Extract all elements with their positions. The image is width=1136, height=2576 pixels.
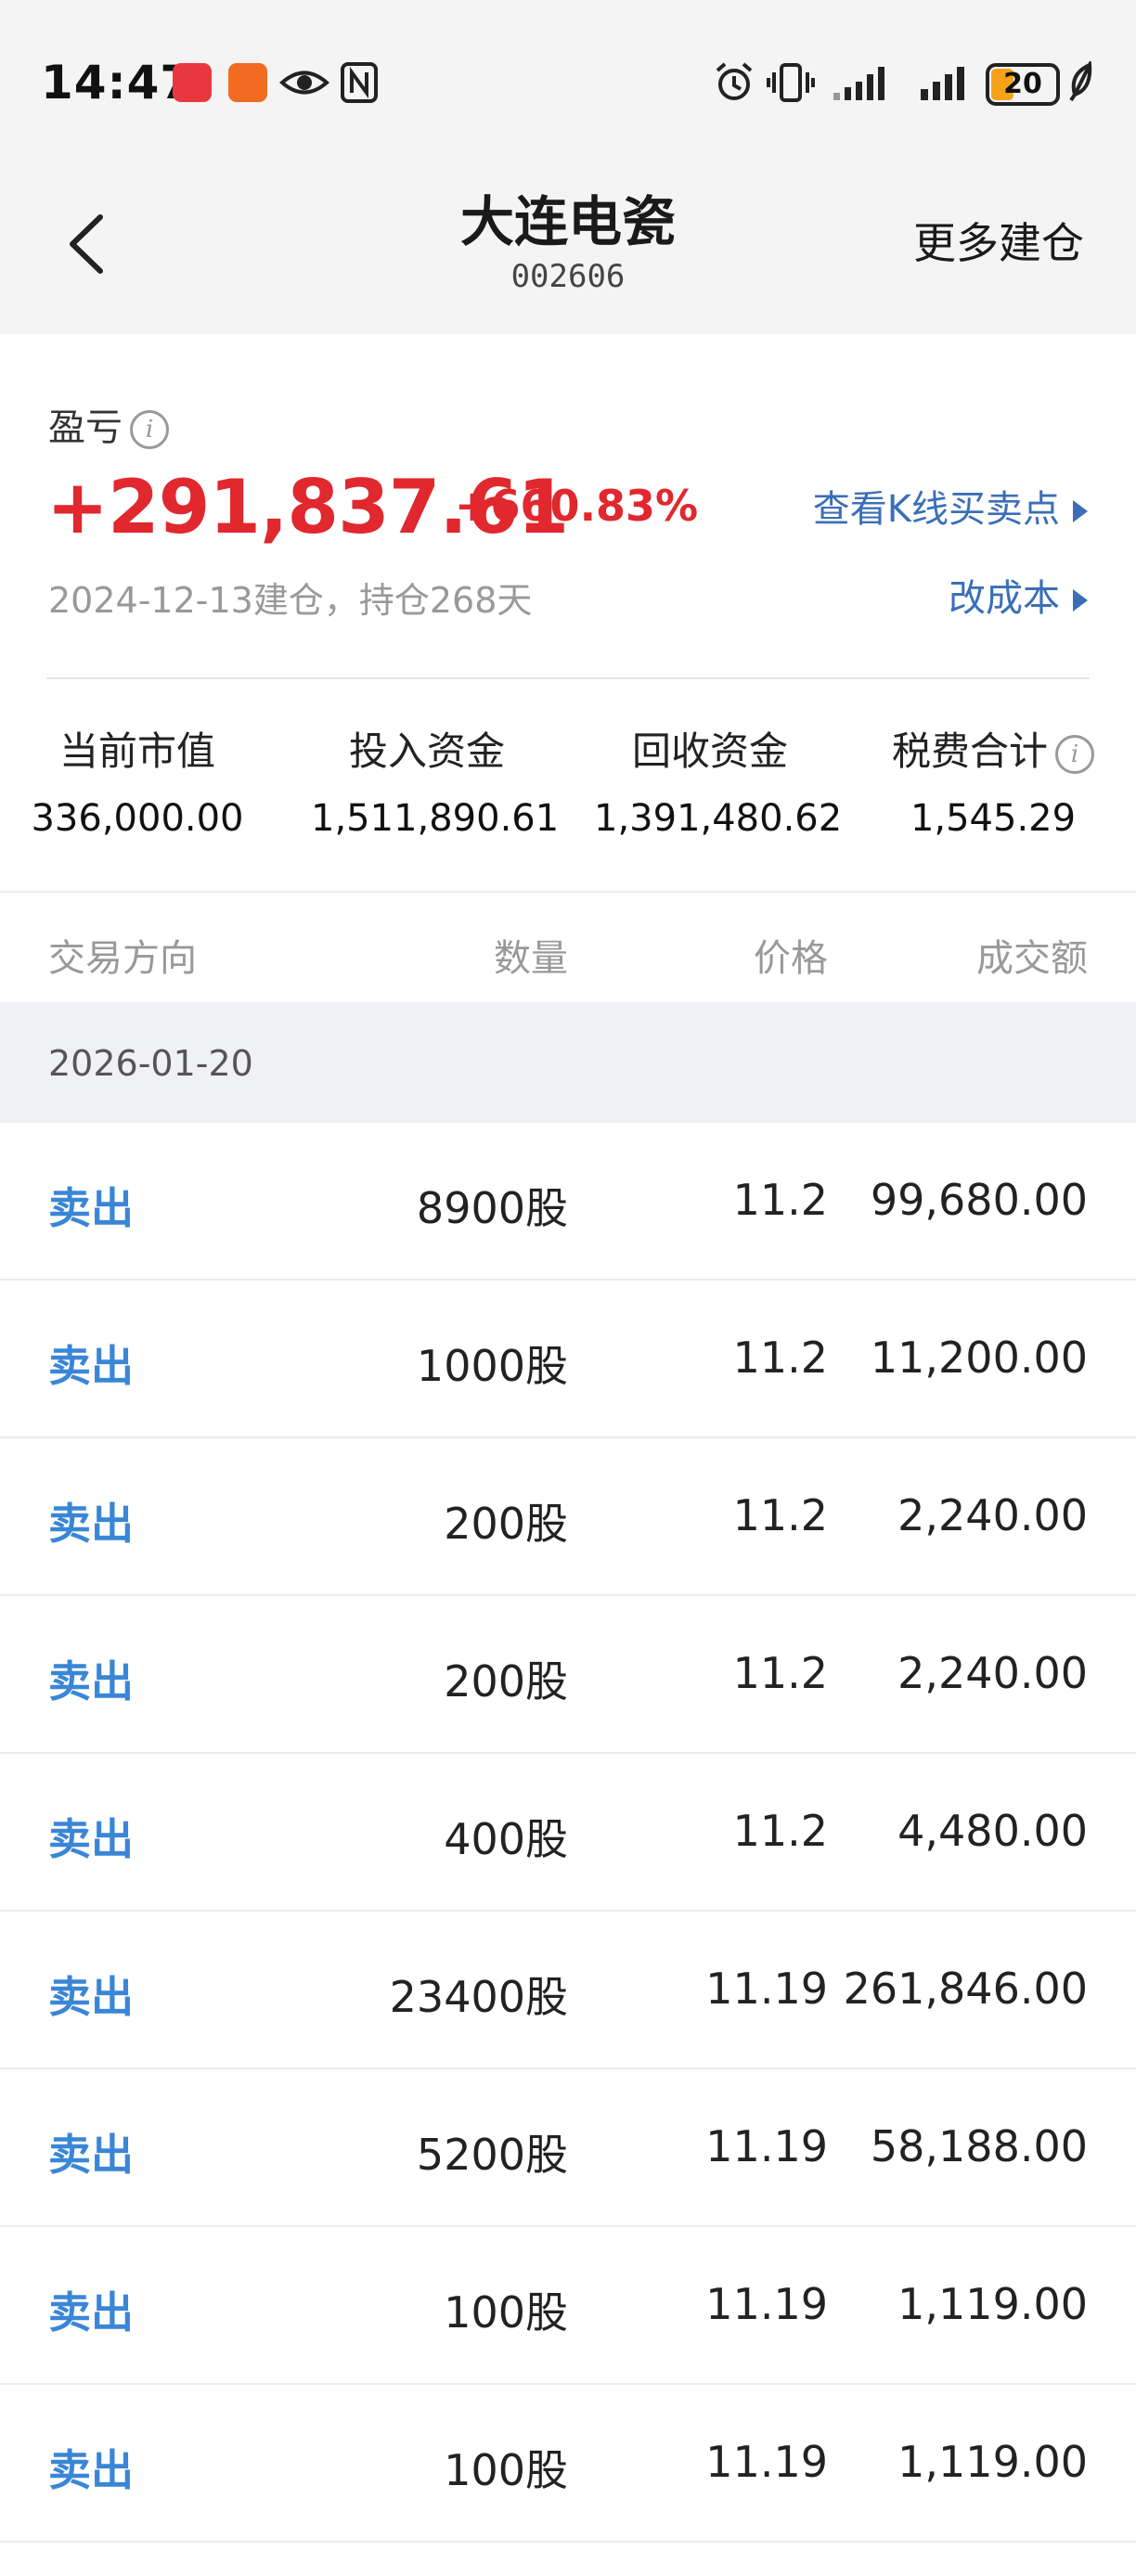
trade-amount: 58,188.00 (870, 2121, 1088, 2171)
header-price: 价格 (754, 937, 828, 980)
stat-value: 336,000.00 (31, 797, 244, 840)
trade-direction: 卖出 (48, 1814, 134, 1864)
trade-direction: 卖出 (48, 1183, 134, 1233)
stat-fees: 税费合计 i 1,545.29 (872, 720, 1114, 840)
trade-price: 11.2 (732, 1648, 828, 1698)
stat-label: 回收资金 (631, 728, 788, 774)
signal-1-icon (833, 67, 884, 100)
trade-row[interactable]: 卖出 8900股 11.2 99,680.00 (0, 1123, 1136, 1281)
trade-row[interactable]: 卖出 200股 11.2 2,240.00 (0, 1596, 1136, 1754)
trade-amount: 11,200.00 (870, 1333, 1088, 1383)
trade-price: 11.2 (732, 1806, 828, 1856)
trade-amount: 1,119.00 (897, 2437, 1088, 2487)
trade-quantity: 8900股 (416, 1183, 568, 1233)
trade-direction: 卖出 (48, 2130, 134, 2180)
trade-quantity: 200股 (444, 1499, 568, 1549)
pl-percent: +660.83% (455, 481, 699, 531)
trade-list: 卖出 8900股 11.2 99,680.00 卖出 1000股 11.2 11… (0, 1123, 1136, 2543)
trade-row[interactable]: 卖出 200股 11.2 2,240.00 (0, 1438, 1136, 1596)
leaf-icon (1069, 61, 1092, 102)
trade-direction: 卖出 (48, 1341, 134, 1391)
nav-bar: 大连电瓷 002606 更多建仓 (0, 158, 1136, 334)
trade-table-header: 交易方向 数量 价格 成交额 (0, 891, 1136, 1002)
stat-value: 1,545.29 (910, 797, 1077, 840)
trade-direction: 卖出 (48, 2445, 134, 2495)
stat-label: 投入资金 (348, 728, 505, 774)
trade-direction: 卖出 (48, 1499, 134, 1549)
trade-price: 11.2 (732, 1490, 828, 1540)
trade-direction: 卖出 (48, 1972, 134, 2022)
divider (46, 677, 1090, 679)
trade-row[interactable]: 卖出 100股 11.19 1,119.00 (0, 2227, 1136, 2385)
alarm-icon (716, 62, 753, 100)
trade-quantity: 1000股 (416, 1341, 568, 1391)
huawei-app-icon (173, 63, 212, 102)
trade-price: 11.19 (705, 2279, 828, 2329)
trade-row[interactable]: 卖出 400股 11.2 4,480.00 (0, 1754, 1136, 1912)
trade-price: 11.2 (732, 1175, 828, 1225)
trade-quantity: 5200股 (416, 2130, 568, 2180)
status-bar: 14:47 20 (0, 0, 1136, 158)
trade-direction: 卖出 (48, 2287, 134, 2338)
trade-quantity: 400股 (444, 1814, 568, 1864)
battery-level: 20 (1003, 68, 1042, 100)
trade-price: 11.2 (732, 1333, 828, 1383)
position-summary: 盈亏 i +291,837.61 +660.83% 查看K线买卖点 2024-12… (0, 334, 1136, 891)
trade-row[interactable]: 卖出 5200股 11.19 58,188.00 (0, 2069, 1136, 2227)
fees-info-icon[interactable]: i (1055, 734, 1094, 774)
change-cost-label: 改成本 (949, 577, 1060, 620)
status-time: 14:47 (41, 56, 194, 109)
date-group-header: 2026-01-20 (0, 1002, 1136, 1123)
trade-row[interactable]: 卖出 23400股 11.19 261,846.00 (0, 1912, 1136, 2069)
stat-value: 1,511,890.61 (311, 797, 560, 840)
trade-price: 11.19 (705, 2437, 828, 2487)
stat-label: 当前市值 (58, 728, 215, 774)
change-cost-link[interactable]: 改成本 (949, 568, 1088, 622)
trade-quantity: 100股 (444, 2445, 568, 2495)
trade-quantity: 100股 (444, 2287, 568, 2338)
stat-recovered: 回收资金 1,391,480.62 (594, 720, 843, 840)
triangle-right-icon (1073, 500, 1088, 522)
stat-market-value: 当前市值 336,000.00 (26, 720, 249, 840)
pl-label-row: 盈亏 i (48, 397, 169, 451)
trade-amount: 99,680.00 (870, 1175, 1088, 1225)
trade-quantity: 200股 (444, 1656, 568, 1707)
trade-price: 11.19 (705, 2121, 828, 2171)
trade-price: 11.19 (705, 1964, 828, 2014)
eye-icon (278, 71, 330, 95)
view-kline-label: 查看K线买卖点 (812, 488, 1060, 531)
stat-label: 税费合计 (891, 728, 1048, 774)
battery-icon: 20 (986, 63, 1060, 106)
more-position-button[interactable]: 更多建仓 (913, 210, 1084, 271)
trade-quantity: 23400股 (389, 1972, 568, 2022)
stat-label-row: 税费合计 i (872, 720, 1114, 777)
stat-invested: 投入资金 1,511,890.61 (311, 720, 560, 840)
header-quantity: 数量 (494, 937, 568, 980)
pl-label: 盈亏 (48, 406, 123, 449)
vibrate-icon (767, 63, 815, 102)
open-info: 2024-12-13建仓，持仓268天 (48, 580, 533, 621)
trade-row[interactable]: 卖出 1000股 11.2 11,200.00 (0, 1281, 1136, 1438)
trade-amount: 2,240.00 (897, 1490, 1088, 1540)
triangle-right-icon (1073, 589, 1088, 612)
trade-row[interactable]: 卖出 100股 11.19 1,119.00 (0, 2385, 1136, 2543)
trade-date: 2026-01-20 (48, 1043, 253, 1084)
trade-amount: 261,846.00 (843, 1964, 1088, 2014)
nfc-icon (341, 62, 378, 103)
stat-value: 1,391,480.62 (594, 797, 843, 840)
trade-amount: 1,119.00 (897, 2279, 1088, 2329)
pingan-app-icon (228, 63, 267, 102)
info-icon[interactable]: i (130, 410, 169, 449)
view-kline-link[interactable]: 查看K线买卖点 (813, 479, 1088, 533)
trade-amount: 2,240.00 (897, 1648, 1088, 1698)
trade-direction: 卖出 (48, 1656, 134, 1707)
header-amount: 成交额 (976, 937, 1088, 980)
signal-2-icon (921, 67, 964, 100)
trade-amount: 4,480.00 (897, 1806, 1088, 1856)
header-direction: 交易方向 (48, 937, 197, 980)
